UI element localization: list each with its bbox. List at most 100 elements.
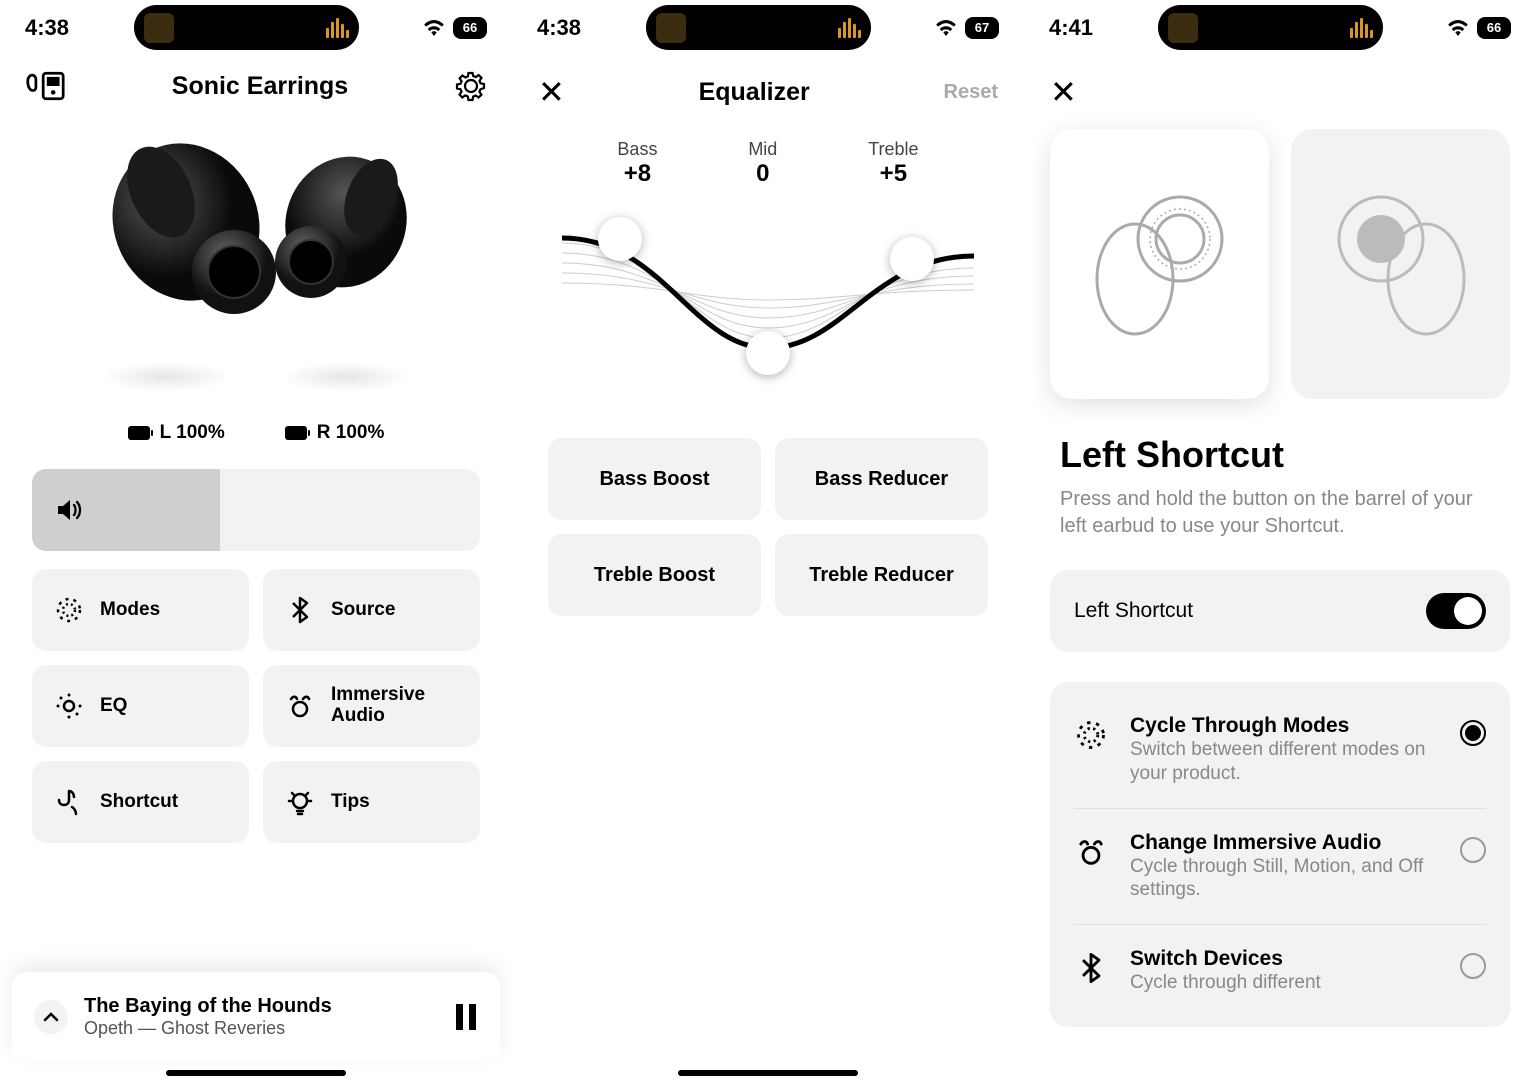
tile-label: Modes [100,599,160,621]
toggle-label: Left Shortcut [1074,599,1193,623]
close-icon[interactable]: ✕ [1050,74,1077,110]
left-earbud-card[interactable] [1050,129,1269,399]
eq-tile[interactable]: EQ [32,665,249,747]
section-description: Press and hold the button on the barrel … [1024,486,1536,570]
status-bar: 4:41 66 [1024,0,1536,55]
island-album-art [656,13,686,43]
option-immersive[interactable]: Change Immersive Audio Cycle through Sti… [1050,809,1510,925]
chevron-up-icon[interactable] [34,1000,68,1034]
preset-label: Bass Boost [599,468,709,491]
toggle-switch[interactable] [1426,593,1486,629]
treble-label: Treble [868,139,918,160]
wifi-icon [423,20,445,36]
close-icon[interactable]: ✕ [538,73,565,111]
audio-wave-icon [1350,18,1373,38]
option-cycle-modes[interactable]: Cycle Through Modes Switch between diffe… [1050,692,1510,808]
section-title: Left Shortcut [1024,434,1536,486]
battery-indicator: 66 [1477,17,1511,39]
bass-handle[interactable] [598,217,642,261]
home-indicator[interactable] [678,1070,858,1076]
immersive-icon [1074,835,1108,869]
battery-indicator: 67 [965,17,999,39]
clock: 4:38 [25,15,69,41]
left-earbud-icon [1090,184,1230,344]
volume-slider[interactable] [32,469,480,551]
shortcut-toggle-row[interactable]: Left Shortcut [1050,570,1510,652]
preset-treble-boost[interactable]: Treble Boost [548,534,761,616]
right-earbud-icon [1331,184,1471,344]
clock: 4:38 [537,15,581,41]
status-bar: 4:38 67 [512,0,1024,55]
bass-label: Bass [617,139,657,160]
immersive-icon [285,691,315,721]
mid-label: Mid [748,139,777,160]
tile-label: Shortcut [100,791,178,813]
page-title: Sonic Earrings [172,72,348,101]
device-list-icon[interactable] [25,70,65,102]
audio-wave-icon [326,18,349,38]
eq-graph[interactable] [562,208,974,378]
battery-indicator: 66 [453,17,487,39]
radio-icon[interactable] [1460,837,1486,863]
product-image [71,112,441,372]
modes-icon [54,595,84,625]
left-battery: L 100% [160,422,225,444]
home-indicator[interactable] [166,1070,346,1076]
status-bar: 4:38 66 [0,0,512,55]
dynamic-island[interactable] [1158,5,1383,50]
dynamic-island[interactable] [646,5,871,50]
speaker-icon [54,495,84,525]
dynamic-island[interactable] [134,5,359,50]
bluetooth-icon [1074,951,1108,985]
treble-value: +5 [868,160,918,188]
treble-handle[interactable] [890,237,934,281]
right-earbud-card[interactable] [1291,129,1510,399]
battery-icon [285,426,307,440]
island-album-art [144,13,174,43]
gear-icon[interactable] [455,70,487,102]
shortcut-icon [54,787,84,817]
option-title: Switch Devices [1130,947,1438,971]
preset-label: Bass Reducer [815,468,948,491]
preset-label: Treble Boost [594,564,715,587]
source-tile[interactable]: Source [263,569,480,651]
modes-tile[interactable]: Modes [32,569,249,651]
bluetooth-icon [285,595,315,625]
right-battery: R 100% [317,422,385,444]
tile-label: Tips [331,791,370,813]
immersive-tile[interactable]: Immersive Audio [263,665,480,747]
clock: 4:41 [1049,15,1093,41]
audio-wave-icon [838,18,861,38]
radio-icon[interactable] [1460,953,1486,979]
radio-selected-icon[interactable] [1460,720,1486,746]
tile-label: Immersive Audio [331,685,425,727]
shortcut-tile[interactable]: Shortcut [32,761,249,843]
preset-bass-boost[interactable]: Bass Boost [548,438,761,520]
modes-icon [1074,718,1108,752]
battery-levels: L 100% R 100% [0,422,512,444]
mid-value: 0 [748,160,777,188]
option-desc: Switch between different modes on your p… [1130,738,1438,786]
track-subtitle: Opeth — Ghost Reveries [84,1018,438,1039]
option-title: Change Immersive Audio [1130,831,1438,855]
option-desc: Cycle through different [1130,971,1438,995]
mid-handle[interactable] [746,331,790,375]
wifi-icon [1447,20,1469,36]
page-title: Equalizer [699,78,810,107]
tips-tile[interactable]: Tips [263,761,480,843]
tile-label: Source [331,599,395,621]
pause-icon[interactable] [454,1002,478,1032]
battery-icon [128,426,150,440]
option-desc: Cycle through Still, Motion, and Off set… [1130,855,1438,903]
preset-treble-reducer[interactable]: Treble Reducer [775,534,988,616]
island-album-art [1168,13,1198,43]
eq-icon [54,691,84,721]
bass-value: +8 [617,160,657,188]
reset-button[interactable]: Reset [944,81,998,104]
now-playing-bar[interactable]: The Baying of the Hounds Opeth — Ghost R… [12,972,500,1062]
wifi-icon [935,20,957,36]
preset-bass-reducer[interactable]: Bass Reducer [775,438,988,520]
option-switch-devices[interactable]: Switch Devices Cycle through different [1050,925,1510,1017]
tile-label: EQ [100,695,127,717]
track-title: The Baying of the Hounds [84,995,438,1018]
